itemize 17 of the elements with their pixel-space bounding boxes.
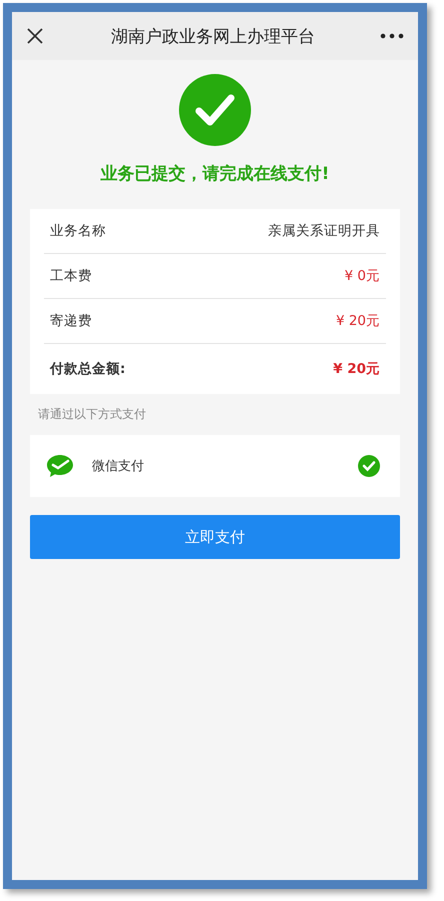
detail-value: ¥ 20元 xyxy=(336,312,380,330)
chat-bubble-icon xyxy=(46,454,74,478)
detail-label: 寄递费 xyxy=(50,312,92,330)
success-check-icon xyxy=(179,74,251,146)
pay-now-button[interactable]: 立即支付 xyxy=(30,515,400,559)
detail-label: 付款总金额: xyxy=(50,360,126,378)
detail-value: ¥ 20元 xyxy=(333,360,380,378)
detail-value: ¥ 0元 xyxy=(344,267,380,285)
detail-value: 亲属关系证明开具 xyxy=(268,222,380,240)
page-title: 湖南户政业务网上办理平台 xyxy=(110,26,316,48)
detail-label: 工本费 xyxy=(50,267,92,285)
payment-label: 微信支付 xyxy=(92,458,145,475)
payment-hint: 请通过以下方式支付 xyxy=(38,406,147,423)
selected-check-icon[interactable] xyxy=(358,455,380,477)
payment-option[interactable]: 微信支付 xyxy=(30,435,400,497)
status-message: 业务已提交，请完成在线支付! xyxy=(100,163,330,186)
detail-label: 业务名称 xyxy=(50,222,106,240)
